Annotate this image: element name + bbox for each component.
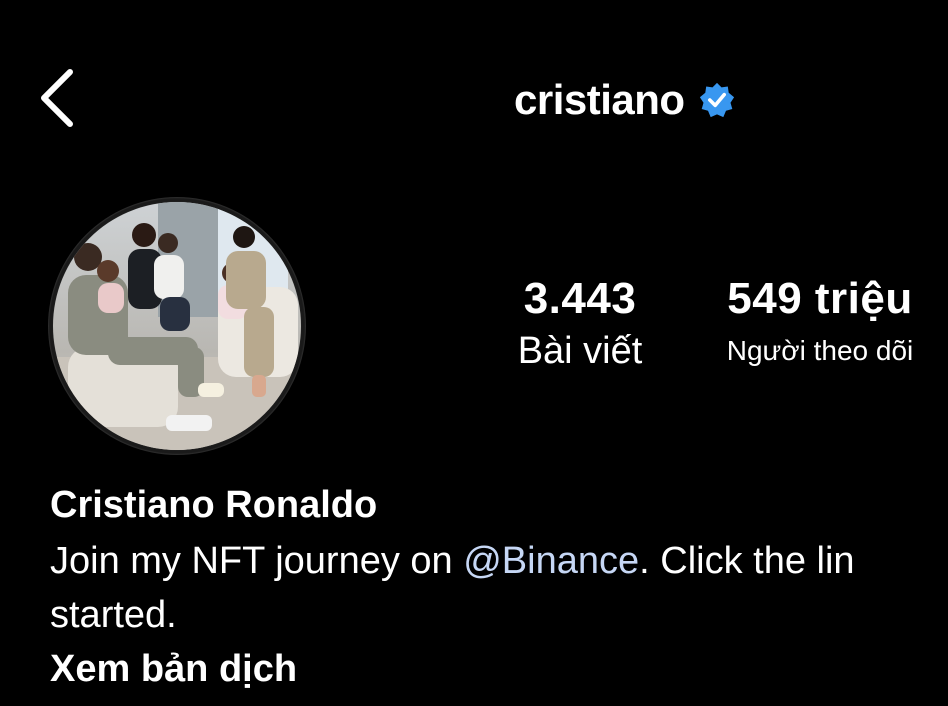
followers-label: Người theo dõi	[726, 335, 914, 366]
back-button[interactable]	[34, 66, 82, 130]
bio-text-prefix: Join my NFT journey on	[50, 540, 464, 582]
posts-count: 3.443	[523, 274, 637, 323]
see-translation-link[interactable]: Xem bản dịch	[50, 644, 297, 694]
bio-line-1: Join my NFT journey on @Binance. Click t…	[50, 534, 948, 588]
posts-stat[interactable]: 3.443 Bài viết	[500, 272, 660, 374]
bio-line-2: started.	[50, 594, 177, 636]
posts-label: Bài viết	[517, 330, 643, 372]
verified-badge-icon	[699, 82, 734, 118]
profile-bio: Join my NFT journey on @Binance. Click t…	[50, 534, 948, 642]
profile-photo	[49, 198, 305, 454]
bio-text-suffix: . Click the lin	[639, 540, 855, 582]
username-title: cristiano	[514, 76, 685, 123]
followers-stat[interactable]: 549 triệu Người theo dõi	[700, 272, 940, 374]
binance-mention-link[interactable]: @Binance	[463, 540, 639, 582]
profile-header: cristiano	[514, 72, 735, 128]
avatar[interactable]	[48, 197, 306, 455]
chevron-left-icon	[41, 69, 73, 127]
followers-count: 549 triệu	[727, 274, 913, 323]
profile-display-name: Cristiano Ronaldo	[50, 484, 378, 526]
